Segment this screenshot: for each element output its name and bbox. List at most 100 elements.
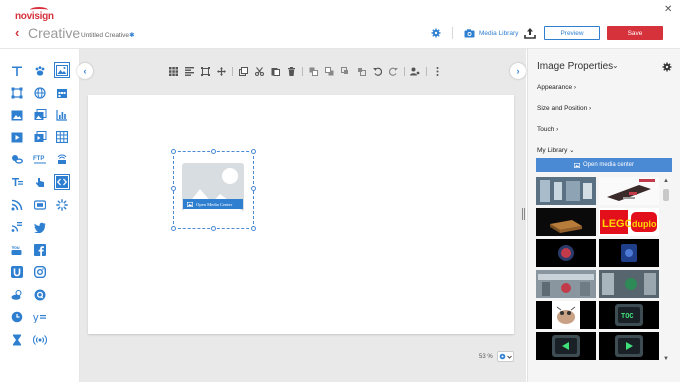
library-thumbnail[interactable] [536, 301, 596, 329]
resize-handle-e[interactable] [251, 186, 256, 191]
twitter-widget-icon[interactable] [32, 219, 48, 235]
delete-icon[interactable] [283, 65, 299, 77]
upload-icon[interactable] [524, 27, 536, 39]
toc-text: TOC [621, 313, 634, 321]
resize-handle-n[interactable] [211, 149, 216, 154]
duplicate-icon[interactable] [235, 65, 251, 77]
rss-widget-icon[interactable] [9, 197, 25, 213]
back-arrow-icon[interactable]: ‹ [15, 26, 19, 39]
text-widget-icon[interactable] [9, 63, 25, 79]
resize-handle-w[interactable] [171, 186, 176, 191]
cloud-sun-widget-icon[interactable] [9, 287, 25, 303]
hourglass-widget-icon[interactable] [9, 332, 25, 348]
novisign-logo: novisign [15, 7, 55, 23]
globe-widget-icon[interactable] [32, 85, 48, 101]
fit-icon[interactable] [197, 65, 213, 77]
library-thumbnail[interactable] [599, 332, 659, 360]
touch-widget-icon[interactable] [32, 174, 48, 190]
picture-widget-icon[interactable] [9, 107, 25, 123]
section-my-library[interactable]: My Library ⌄ [537, 146, 575, 154]
bring-front-icon[interactable] [305, 65, 321, 77]
creative-name[interactable]: Untitled Creative✱ [81, 31, 135, 39]
paste-icon[interactable] [267, 65, 283, 77]
library-thumbnail[interactable] [599, 177, 659, 205]
clock-widget-icon[interactable] [9, 309, 25, 325]
panel-title-dropdown-icon[interactable]: ⌄ [612, 61, 619, 70]
library-thumbnail[interactable] [536, 270, 596, 298]
close-icon[interactable]: ✕ [664, 4, 672, 15]
user-settings-icon[interactable] [407, 65, 423, 77]
library-thumbnail[interactable]: LEGO duplo [599, 208, 659, 236]
open-media-center-panel-button[interactable]: Open media center [536, 158, 672, 172]
preview-button[interactable]: Preview [544, 26, 600, 40]
creative-name-text: Untitled Creative [81, 32, 130, 39]
library-thumbnail[interactable] [536, 332, 596, 360]
more-options-icon[interactable] [429, 65, 445, 77]
image-widget-icon[interactable] [54, 62, 70, 78]
feed-list-widget-icon[interactable] [9, 219, 25, 235]
gear-icon[interactable] [431, 28, 441, 38]
shape-widget-icon[interactable] [9, 85, 25, 101]
html-widget-icon[interactable] [54, 174, 70, 190]
screen-widget-icon[interactable] [32, 197, 48, 213]
section-appearance[interactable]: Appearance › [537, 84, 576, 91]
move-icon[interactable] [213, 65, 229, 77]
collapse-left-icon[interactable]: ‹ [77, 63, 93, 79]
library-scrollbar[interactable]: ▲ ▼ [662, 177, 670, 363]
panel-gear-icon[interactable] [662, 62, 672, 72]
zoom-control[interactable] [497, 351, 514, 362]
cut-icon[interactable] [251, 65, 267, 77]
facebook-widget-icon[interactable] [32, 242, 48, 258]
library-thumbnail[interactable] [599, 239, 659, 267]
undo-icon[interactable] [369, 65, 385, 77]
send-back-icon[interactable] [321, 65, 337, 77]
grid-icon[interactable] [165, 65, 181, 77]
open-media-center-label: Open Media Center [196, 201, 233, 207]
scroll-down-icon[interactable]: ▼ [662, 355, 670, 363]
weather-widget-icon[interactable] [9, 151, 25, 167]
ftp-widget-icon[interactable]: FTP [32, 151, 48, 167]
playlist-widget-icon[interactable] [32, 129, 48, 145]
resize-handle-s[interactable] [211, 226, 216, 231]
youtube-widget-icon[interactable]: You [9, 242, 25, 258]
panel-resize-grip[interactable] [522, 208, 525, 220]
calendar-widget-icon[interactable] [54, 85, 70, 101]
paw-widget-icon[interactable] [32, 63, 48, 79]
canvas-toolbar [165, 65, 445, 77]
scroll-thumb[interactable] [663, 189, 669, 201]
u-widget-icon[interactable] [9, 264, 25, 280]
bring-forward-icon[interactable] [337, 65, 353, 77]
rss-display-widget-icon[interactable] [54, 151, 70, 167]
media-library-button[interactable]: Media Library [464, 27, 518, 39]
resize-handle-se[interactable] [251, 226, 256, 231]
collapse-right-icon[interactable]: › [510, 63, 526, 79]
library-thumbnail[interactable] [536, 177, 596, 205]
video-widget-icon[interactable] [9, 129, 25, 145]
save-button[interactable]: Save [607, 26, 663, 40]
redo-icon[interactable] [385, 65, 401, 77]
align-left-icon[interactable] [181, 65, 197, 77]
library-thumbnail[interactable] [536, 208, 596, 236]
spinner-widget-icon[interactable] [54, 197, 70, 213]
image-icon [187, 201, 193, 207]
library-thumbnail[interactable] [536, 239, 596, 267]
section-touch[interactable]: Touch › [537, 126, 558, 133]
broadcast-widget-icon[interactable] [32, 332, 48, 348]
resize-handle-ne[interactable] [251, 149, 256, 154]
section-size-position[interactable]: Size and Position › [537, 105, 591, 112]
library-thumbnail[interactable] [599, 270, 659, 298]
send-backward-icon[interactable] [353, 65, 369, 77]
open-media-center-button[interactable]: Open Media Center [183, 199, 243, 209]
ticker-widget-icon[interactable] [9, 174, 25, 190]
design-stage[interactable] [88, 95, 514, 334]
q-widget-icon[interactable] [32, 287, 48, 303]
yelp-widget-icon[interactable]: y [32, 309, 48, 325]
scroll-up-icon[interactable]: ▲ [662, 177, 670, 185]
table-widget-icon[interactable] [54, 129, 70, 145]
chart-widget-icon[interactable] [54, 107, 70, 123]
library-thumbnail[interactable]: TOC [599, 301, 659, 329]
resize-handle-nw[interactable] [171, 149, 176, 154]
slideshow-widget-icon[interactable] [32, 107, 48, 123]
resize-handle-sw[interactable] [171, 226, 176, 231]
instagram-widget-icon[interactable] [32, 264, 48, 280]
